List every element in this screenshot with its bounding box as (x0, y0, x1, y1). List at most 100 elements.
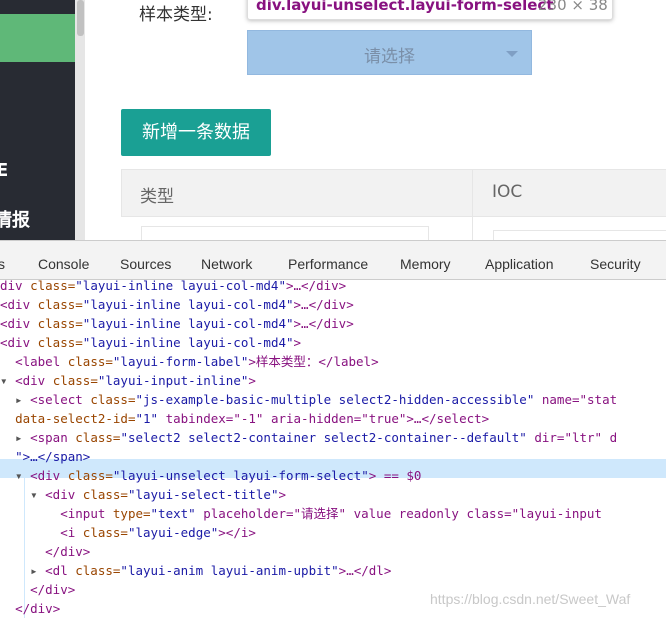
dom-node-value: "layui-form-label" (112, 354, 249, 369)
dom-node-tag: <dl (45, 563, 68, 578)
chevron-down-icon (506, 51, 518, 57)
dom-node-tag: <div (0, 297, 31, 312)
dom-node-value: "layui-edge" (127, 525, 219, 540)
dom-node-rest: >…</dl> (338, 563, 392, 578)
column-header-ioc: IOC (492, 182, 523, 202)
dom-node-value: "text" (150, 506, 196, 521)
dom-node-rest: > (293, 335, 302, 350)
dom-node-line[interactable]: ▸ <select class="js-example-basic-multip… (0, 390, 617, 409)
dom-node-attr: class= (30, 335, 83, 350)
dom-node-tag: <div (0, 335, 31, 350)
dom-node-tag: <div (30, 468, 61, 483)
dom-node-line[interactable]: data-select2-id="1" tabindex="-1" aria-h… (0, 409, 489, 428)
tab-security[interactable]: Security (590, 256, 641, 272)
column-divider (472, 169, 473, 240)
dom-node-line[interactable]: ▾ <div class="layui-input-inline"> (0, 371, 256, 390)
dom-node-indent (0, 411, 15, 426)
tab-memory[interactable]: Memory (400, 256, 451, 272)
dom-node-line[interactable]: </div> (0, 580, 75, 599)
sidebar-item-intel[interactable]: 情报 (0, 206, 30, 232)
dom-node-rest: ></i> (218, 525, 256, 540)
sidebar-scrollbar[interactable] (75, 0, 85, 240)
tab-application[interactable]: Application (485, 256, 554, 272)
tab-performance[interactable]: Performance (288, 256, 368, 272)
add-row-button[interactable]: 新增一条数据 (121, 109, 271, 156)
dom-node-line[interactable]: ▾ <div class="layui-select-title"> (0, 485, 286, 504)
dom-node-line[interactable]: div class="layui-inline layui-col-md4">…… (0, 276, 346, 295)
dom-node-rest: > == $0 (368, 468, 422, 483)
dom-node-tag: <span (30, 430, 68, 445)
dom-node-value: "layui-inline layui-col-md4" (75, 278, 286, 293)
dom-node-value: "layui-select-title" (127, 487, 279, 502)
dom-node-value: "layui-inline layui-col-md4" (82, 335, 294, 350)
dom-node-attr: class= (82, 392, 136, 407)
dom-node-tag: <label (15, 354, 61, 369)
dom-node-line[interactable]: ▸ <span class="select2 select2-container… (0, 428, 617, 447)
sidebar-item-fragment[interactable]: E (0, 160, 8, 181)
select-placeholder: 请选择 (364, 47, 415, 67)
dom-node-line[interactable]: <input type="text" placeholder="请选择" val… (0, 504, 602, 523)
dom-node-line[interactable]: </div> (0, 599, 60, 618)
dom-node-tag: </div> (15, 601, 61, 616)
tab-elements[interactable]: s (0, 256, 5, 272)
dom-node-indent: ▾ (0, 373, 16, 388)
dom-node-tag: <select (30, 392, 83, 407)
sample-type-label: 样本类型: (139, 5, 213, 25)
dom-node-tag: </div> (45, 544, 91, 559)
dom-node-line[interactable]: <div class="layui-inline layui-col-md4">… (0, 295, 354, 314)
tab-network[interactable]: Network (201, 256, 252, 272)
tooltip-size: 230 × 38 (538, 0, 608, 14)
dom-node-value: ">…</span> (15, 449, 91, 464)
dom-node-rest: tabindex="-1" aria-hidden="true">…</sele… (158, 411, 490, 426)
web-page-viewport: E 情报 样本类型: 请选择 div.layui-unselect.layui-… (0, 0, 666, 240)
dom-node-rest: >样本类型：</label> (248, 354, 379, 369)
dom-node-line[interactable]: <div class="layui-inline layui-col-md4">… (0, 314, 354, 333)
dom-node-rest: > (248, 373, 256, 388)
dom-node-attr: class= (60, 354, 113, 369)
sample-type-select[interactable]: 请选择 (247, 30, 532, 75)
dom-node-indent (0, 582, 30, 597)
dom-node-attr: class= (60, 468, 113, 483)
dom-node-value: "js-example-basic-multiple select2-hidde… (135, 392, 535, 407)
dom-node-attr: class= (67, 430, 121, 445)
tab-sources[interactable]: Sources (120, 256, 171, 272)
dom-node-tag: <div (0, 316, 31, 331)
dom-node-attr: class= (75, 487, 128, 502)
dom-node-line[interactable]: <label class="layui-form-label">样本类型：</l… (0, 352, 379, 371)
inspect-tooltip: div.layui-unselect.layui-form-select 230… (247, 0, 613, 20)
column-header-type: 类型 (140, 187, 174, 207)
dom-node-indent: ▸ (0, 392, 31, 407)
dom-node-line[interactable]: ▾ <div class="layui-unselect layui-form-… (0, 466, 421, 485)
dom-node-indent (0, 506, 60, 521)
watermark: https://blog.csdn.net/Sweet_Waf (430, 591, 631, 607)
dom-node-value: "layui-anim layui-anim-upbit" (120, 563, 339, 578)
dom-node-value: "select2 select2-container select2-conta… (120, 430, 527, 445)
elements-dom-tree[interactable]: div class="layui-inline layui-col-md4">…… (0, 276, 666, 618)
dom-node-attr: class= (75, 525, 128, 540)
dom-node-rest: >…</div> (293, 297, 354, 312)
dom-node-rest: placeholder="请选择" value readonly class="… (195, 506, 602, 521)
sidebar-scroll-thumb[interactable] (77, 0, 84, 36)
sidebar-active-item[interactable] (0, 14, 75, 62)
dom-node-value: "layui-unselect layui-form-select" (112, 468, 369, 483)
dom-node-indent (0, 354, 15, 369)
table-header (121, 169, 666, 217)
dom-node-line[interactable]: </div> (0, 542, 90, 561)
tab-console[interactable]: Console (38, 256, 89, 272)
dom-node-indent: ▾ (0, 487, 46, 502)
dom-node-indent (0, 449, 15, 464)
dom-node-line[interactable]: <i class="layui-edge"></i> (0, 523, 256, 542)
dom-node-value: "layui-inline layui-col-md4" (82, 316, 294, 331)
dom-node-value: "1" (135, 411, 159, 426)
dom-node-line[interactable]: ">…</span> (0, 447, 90, 466)
dom-node-value: "layui-input-inline" (97, 373, 249, 388)
dom-node-line[interactable]: <div class="layui-inline layui-col-md4"> (0, 333, 301, 352)
sidebar: E 情报 (0, 0, 75, 240)
row-type-input[interactable] (141, 226, 429, 240)
dom-node-line[interactable]: ▸ <dl class="layui-anim layui-anim-upbit… (0, 561, 391, 580)
dom-node-indent (0, 601, 15, 616)
dom-node-tag: <i (60, 525, 76, 540)
dom-node-rest: > (278, 487, 286, 502)
row-ioc-input[interactable] (493, 230, 666, 240)
dom-node-attr: class= (45, 373, 98, 388)
